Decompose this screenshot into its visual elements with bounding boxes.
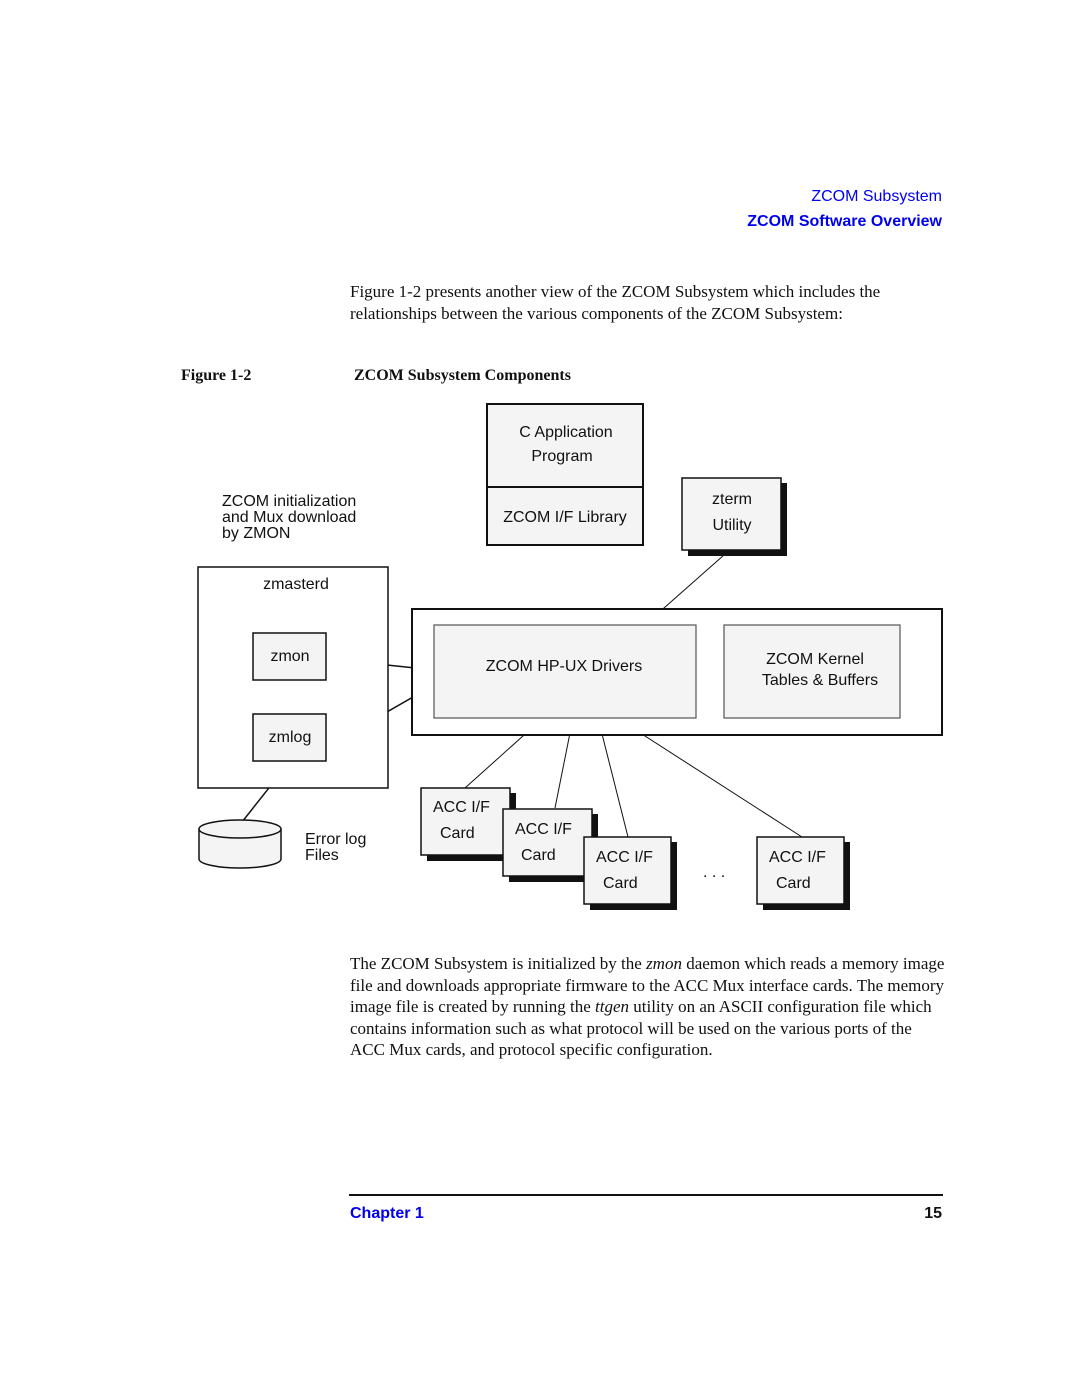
acc-card-box: [502, 808, 593, 877]
init-note-line-1: ZCOM initialization: [222, 493, 356, 510]
acc-card-label-1: ACC I/F: [433, 799, 490, 816]
acc-card-label-2: Card: [521, 847, 556, 864]
c-application-label-2: Program: [531, 448, 592, 465]
zmasterd-label: zmasterd: [263, 576, 329, 593]
error-log-node: Error log Files: [198, 819, 366, 869]
init-note: ZCOM initialization and Mux download by …: [222, 493, 356, 542]
error-log-label-2: Files: [305, 847, 339, 864]
init-note-line-2: and Mux download: [222, 509, 356, 526]
zmon-term: zmon: [646, 954, 682, 973]
zterm-utility-node: zterm Utility: [681, 477, 787, 556]
zterm-label-2: Utility: [712, 517, 751, 534]
acc-card-box: [583, 836, 672, 905]
acc-card-label-2: Card: [440, 825, 475, 842]
acc-card-box: [756, 836, 845, 905]
outro-paragraph: The ZCOM Subsystem is initialized by the…: [350, 953, 950, 1061]
error-log-label-1: Error log: [305, 831, 366, 848]
zcom-components-diagram: C Application Program ZCOM I/F Library z…: [197, 403, 943, 910]
cylinder-top: [198, 819, 282, 839]
acc-card-label-1: ACC I/F: [515, 821, 572, 838]
acc-card-1: ACC I/F Card: [420, 787, 516, 861]
if-library-label: ZCOM I/F Library: [503, 509, 627, 526]
acc-card-label-1: ACC I/F: [596, 849, 653, 866]
acc-card-4: ACC I/F Card: [756, 836, 850, 910]
kernel-tables-label-1: ZCOM Kernel: [766, 651, 864, 668]
hpux-drivers-label: ZCOM HP-UX Drivers: [486, 658, 642, 675]
c-application-stack: C Application Program ZCOM I/F Library: [486, 403, 644, 546]
ttgen-term: ttgen: [595, 997, 629, 1016]
footer-chapter-link[interactable]: Chapter 1: [350, 1205, 424, 1223]
c-application-label-1: C Application: [519, 424, 612, 441]
footer-page-number: 15: [924, 1205, 942, 1222]
zmon-label: zmon: [270, 648, 309, 665]
kernel-tables-label-2: Tables & Buffers: [762, 672, 878, 689]
acc-card-label-2: Card: [776, 875, 811, 892]
acc-card-label-2: Card: [603, 875, 638, 892]
acc-card-label-1: ACC I/F: [769, 849, 826, 866]
acc-card-3: ACC I/F Card: [583, 836, 677, 910]
kernel-container: ZCOM HP-UX Drivers ZCOM Kernel Tables & …: [411, 608, 943, 736]
more-cards-ellipsis: . . .: [703, 864, 725, 881]
outro-text-1: The ZCOM Subsystem is initialized by the: [350, 954, 647, 973]
zmlog-label: zmlog: [269, 729, 312, 746]
init-note-line-3: by ZMON: [222, 525, 290, 542]
zterm-label-1: zterm: [712, 491, 752, 508]
zmasterd-node: zmasterd zmon zmlog: [197, 566, 389, 789]
zterm-box: [681, 477, 782, 551]
footer-rule: [349, 1194, 943, 1196]
